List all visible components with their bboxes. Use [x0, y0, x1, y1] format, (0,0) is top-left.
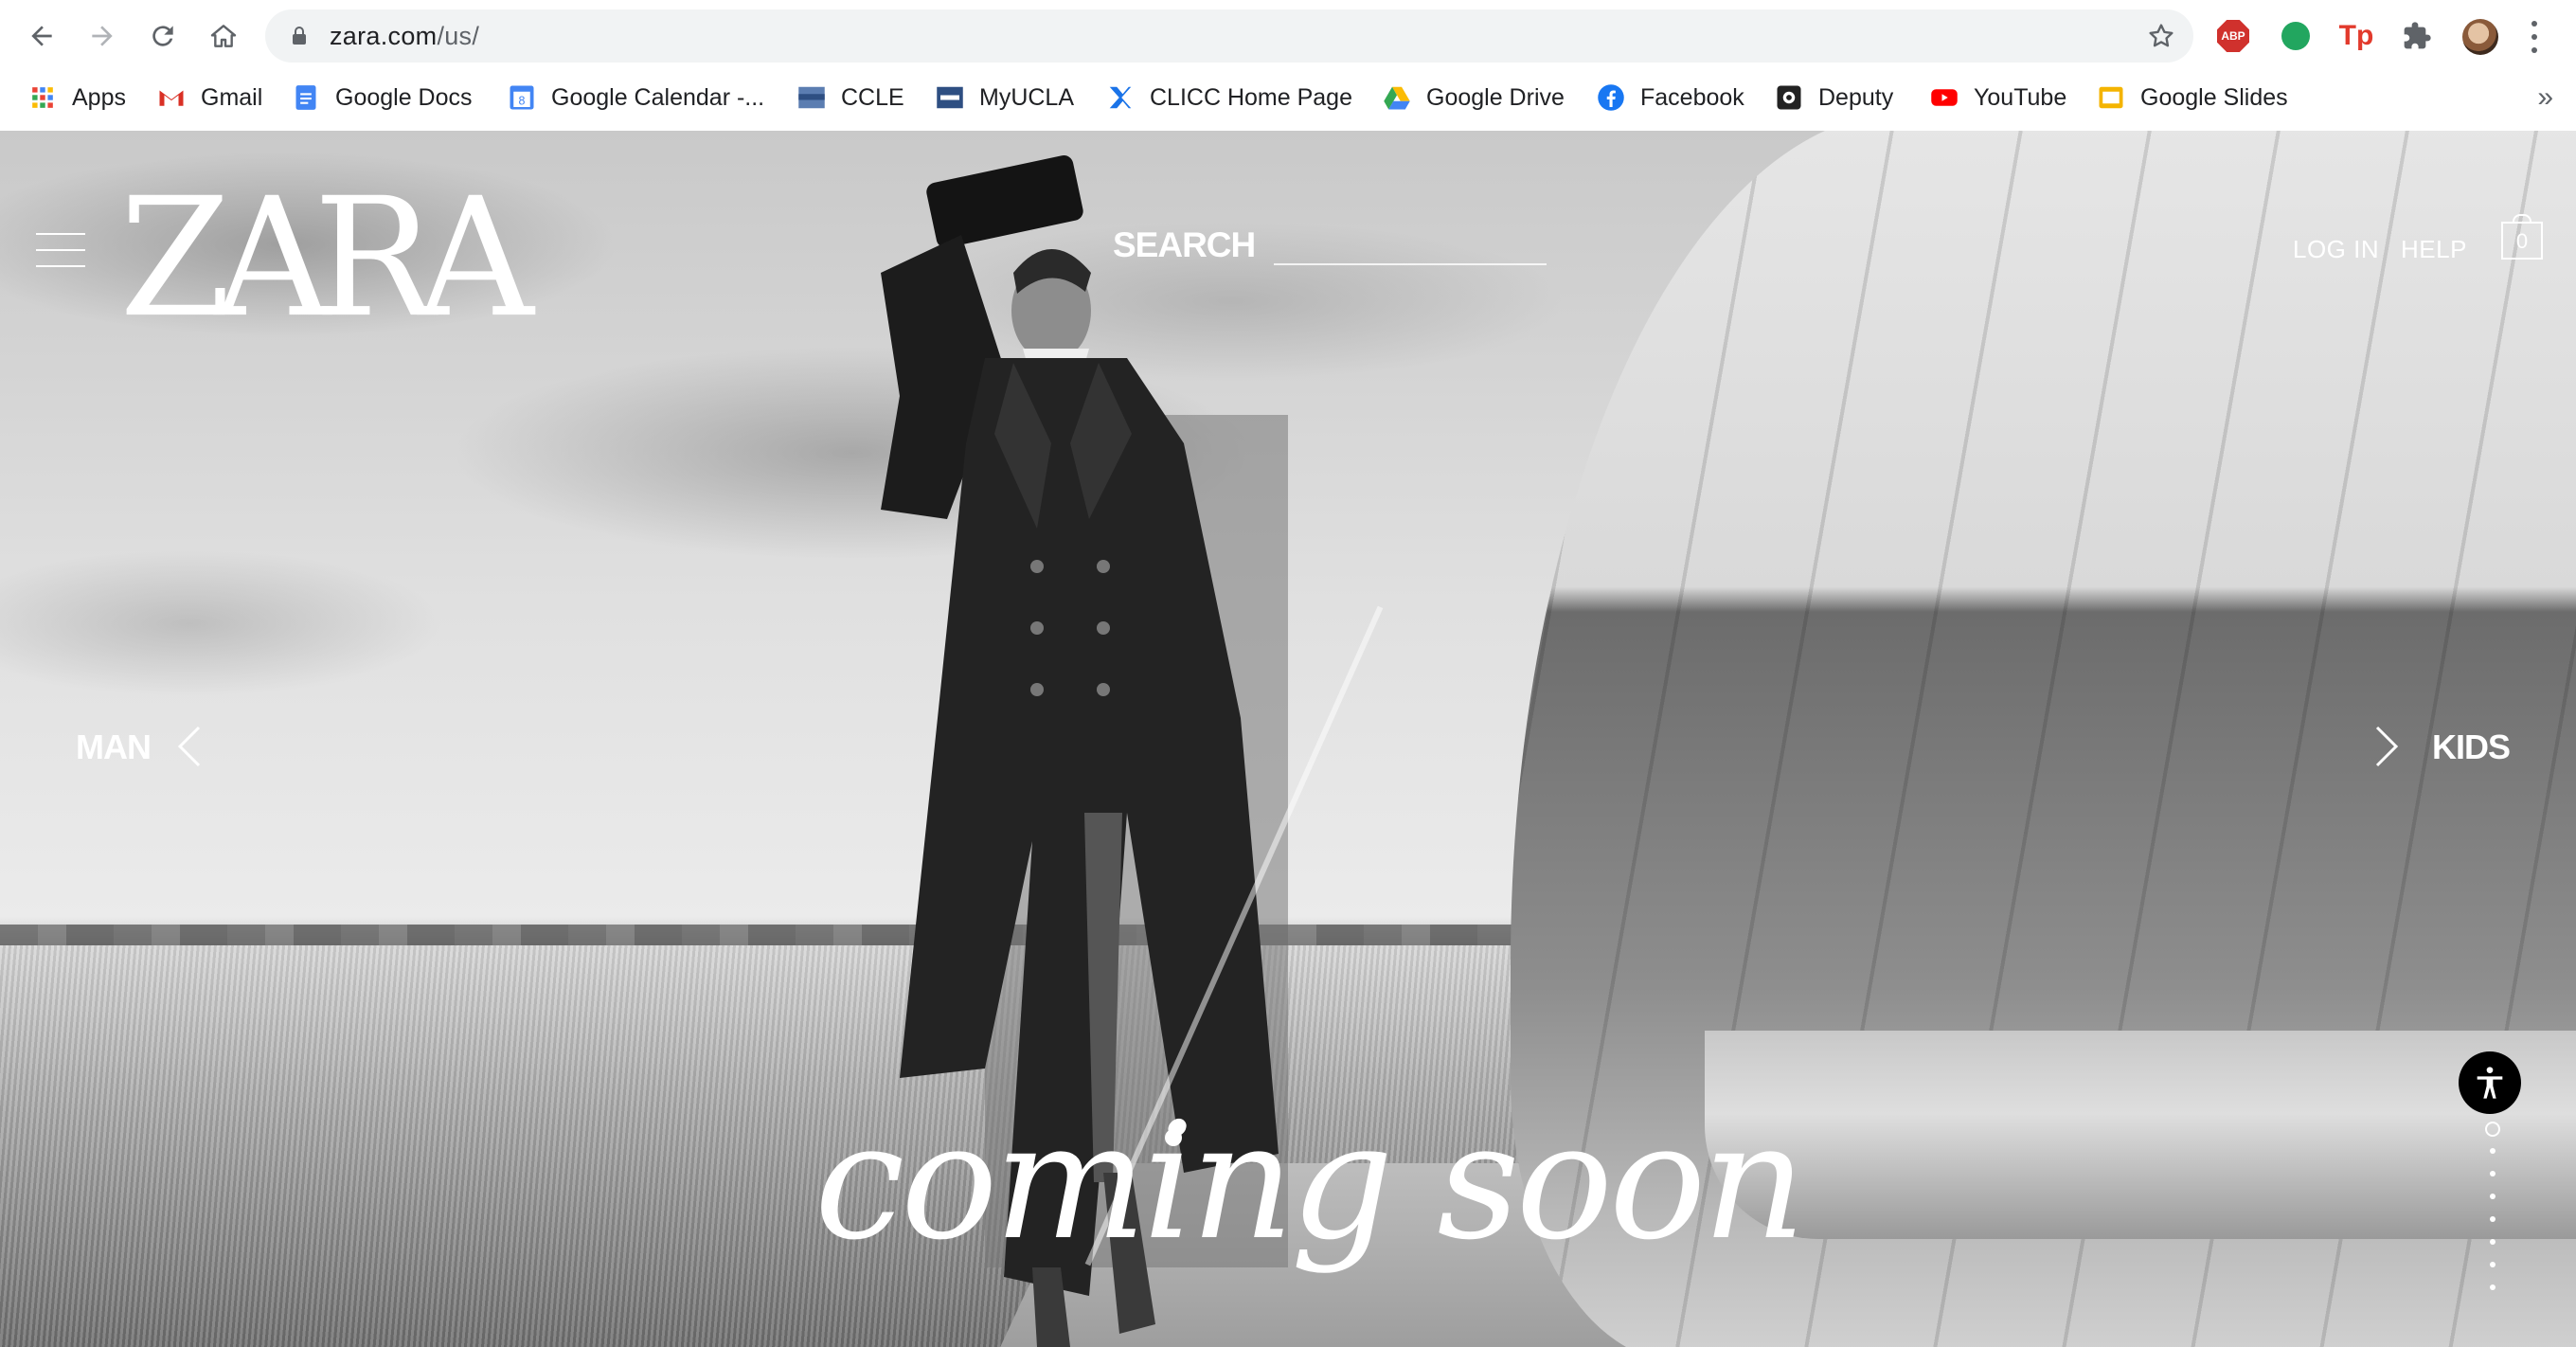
bookmark-label: Facebook	[1640, 83, 1744, 111]
browser-chrome: zara.com/us/ ABP Tp Apps Gmail Google Do…	[0, 0, 2576, 132]
url-text[interactable]: zara.com/us/	[330, 9, 479, 63]
google-slides-icon	[2097, 83, 2125, 112]
home-button[interactable]	[201, 13, 246, 59]
tp-extension-button[interactable]: Tp	[2339, 19, 2374, 53]
apps-grid-icon	[28, 83, 57, 112]
grammarly-extension-button[interactable]	[2279, 19, 2313, 53]
deputy-icon	[1775, 83, 1803, 112]
reload-button[interactable]	[140, 13, 186, 59]
adblock-extension-button[interactable]: ABP	[2216, 19, 2250, 53]
coming-soon-headline: coming soon	[814, 1088, 1806, 1276]
bookmark-label: Apps	[72, 83, 126, 111]
bookmark-google-drive[interactable]: Google Drive	[1383, 76, 1565, 119]
reload-icon	[152, 26, 173, 46]
help-link[interactable]: HELP	[2401, 235, 2467, 264]
arrow-right-icon	[92, 26, 113, 46]
bookmark-label: Gmail	[201, 83, 263, 111]
ccle-icon	[797, 83, 826, 112]
puzzle-icon	[2404, 22, 2431, 49]
bookmark-google-calendar[interactable]: 8 Google Calendar -...	[508, 76, 764, 119]
youtube-icon	[1930, 83, 1959, 112]
calendar-day: 8	[519, 95, 526, 108]
bookmark-gmail[interactable]: Gmail	[157, 76, 262, 119]
nav-kids-link[interactable]: KIDS	[2432, 727, 2511, 767]
bookmark-apps[interactable]: Apps	[28, 76, 126, 119]
cart-count: 0	[2515, 229, 2529, 253]
concrete-base	[1705, 1031, 2576, 1239]
accessibility-icon	[2477, 1067, 2503, 1099]
bookmarks-overflow-button[interactable]: »	[2537, 76, 2553, 119]
nav-man-link[interactable]: MAN	[76, 727, 152, 767]
url-host: zara.com	[330, 22, 438, 50]
adblock-icon: ABP	[2217, 20, 2249, 52]
slide-dot[interactable]	[2490, 1216, 2496, 1222]
bookmark-myucla[interactable]: MyUCLA	[936, 76, 1074, 119]
bookmark-label: Deputy	[1818, 83, 1894, 111]
lock-icon	[293, 27, 306, 45]
extensions-button[interactable]	[2400, 19, 2434, 53]
slide-dot[interactable]	[2490, 1171, 2496, 1176]
grammarly-icon	[2281, 22, 2310, 50]
slide-dot[interactable]	[2490, 1284, 2496, 1290]
search-button[interactable]: SEARCH	[1113, 225, 1256, 265]
bookmark-ccle[interactable]: CCLE	[797, 76, 904, 119]
bookmark-clicc[interactable]: CLICC Home Page	[1106, 76, 1352, 119]
chevron-left-icon[interactable]	[174, 724, 205, 769]
myucla-icon	[936, 83, 964, 112]
bookmark-facebook[interactable]: Facebook	[1597, 76, 1744, 119]
hamburger-menu-icon[interactable]	[36, 233, 85, 267]
home-icon	[210, 25, 237, 47]
google-calendar-icon: 8	[508, 83, 536, 112]
hero-section[interactable]: ​ ZARA SEARCH LOG IN HELP 0 MAN KIDS com…	[0, 131, 2576, 1347]
menu-line	[36, 265, 85, 267]
bookmark-label: YouTube	[1974, 83, 2067, 111]
login-link[interactable]: LOG IN	[2293, 235, 2379, 264]
bookmark-youtube[interactable]: YouTube	[1930, 76, 2066, 119]
dot-icon	[2531, 47, 2537, 53]
bookmark-star-icon[interactable]	[2146, 21, 2176, 51]
bookmark-google-slides[interactable]: Google Slides	[2097, 76, 2288, 119]
bookmark-deputy[interactable]: Deputy	[1775, 76, 1893, 119]
bookmark-label: MyUCLA	[979, 83, 1075, 111]
forward-button[interactable]	[80, 13, 125, 59]
back-button[interactable]	[19, 13, 64, 59]
search-input-underline[interactable]	[1274, 263, 1547, 265]
browser-toolbar: zara.com/us/ ABP Tp	[0, 0, 2576, 72]
accessibility-button[interactable]	[2459, 1051, 2521, 1114]
menu-line	[36, 233, 85, 235]
facebook-icon	[1597, 83, 1625, 112]
slide-dot-active[interactable]	[2485, 1122, 2500, 1137]
address-bar[interactable]: zara.com/us/	[265, 9, 2193, 63]
bookmark-label: Google Slides	[2140, 83, 2288, 111]
slide-pagination[interactable]	[2485, 1122, 2500, 1311]
profile-avatar[interactable]	[2462, 19, 2498, 55]
url-path: /us/	[437, 22, 480, 50]
zara-logo[interactable]: ZARA	[119, 176, 534, 340]
browser-menu-button[interactable]	[2523, 21, 2546, 53]
slide-dot[interactable]	[2490, 1239, 2496, 1245]
bookmark-label: Google Drive	[1426, 83, 1565, 111]
slide-dot[interactable]	[2490, 1148, 2496, 1154]
bookmark-label: Google Docs	[335, 83, 473, 111]
gmail-icon	[157, 83, 186, 112]
bookmarks-bar: Apps Gmail Google Docs 8 Google Calendar…	[0, 76, 2576, 119]
menu-line	[36, 249, 85, 251]
dot-icon	[2531, 21, 2537, 27]
slide-dot[interactable]	[2490, 1194, 2496, 1199]
bookmark-google-docs[interactable]: Google Docs	[292, 76, 473, 119]
arrow-left-icon	[31, 26, 52, 46]
shopping-bag-button[interactable]: 0	[2501, 214, 2543, 260]
bookmark-label: CLICC Home Page	[1150, 83, 1352, 111]
chevron-right-icon[interactable]	[2371, 724, 2402, 769]
bookmark-label: Google Calendar -...	[551, 83, 765, 111]
google-drive-icon	[1383, 83, 1411, 112]
clicc-icon	[1106, 83, 1135, 112]
slide-dot[interactable]	[2490, 1262, 2496, 1267]
dot-icon	[2531, 34, 2537, 40]
google-docs-icon	[292, 83, 320, 112]
bookmark-label: CCLE	[841, 83, 904, 111]
